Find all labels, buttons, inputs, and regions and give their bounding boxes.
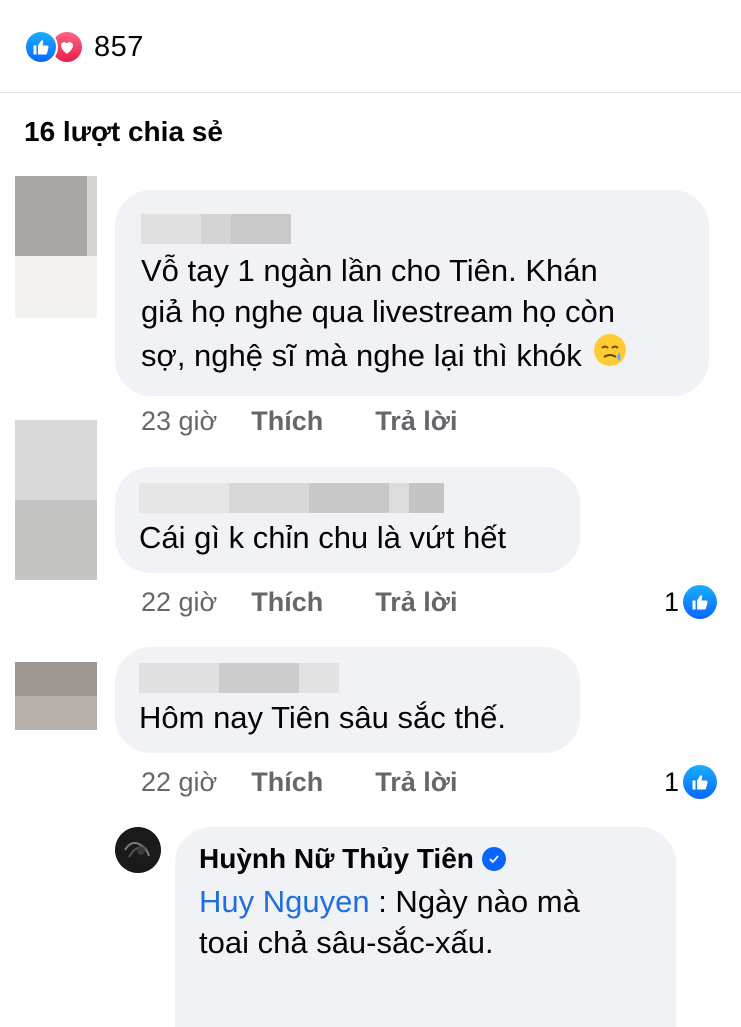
reply-button[interactable]: Trả lời: [375, 587, 457, 618]
reply-text: Huy Nguyen : Ngày nào mà toai chả sâu-sắ…: [199, 881, 652, 963]
like-button[interactable]: Thích: [251, 587, 323, 618]
avatar[interactable]: [15, 176, 97, 318]
comment-time[interactable]: 23 giờ: [141, 406, 217, 437]
reply-button[interactable]: Trả lời: [375, 406, 457, 437]
comment-time[interactable]: 22 giờ: [141, 587, 217, 618]
reaction-summary[interactable]: 857: [24, 28, 144, 66]
like-count-number: 1: [664, 586, 680, 617]
comment-text: Vỗ tay 1 ngàn lần cho Tiên. Khán giả họ …: [141, 250, 683, 378]
comment-meta: 22 giờ Thích Trả lời: [141, 764, 458, 800]
avatar[interactable]: [15, 662, 97, 730]
like-button[interactable]: Thích: [251, 767, 323, 798]
share-count[interactable]: 16 lượt chia sẻ: [24, 116, 223, 148]
verified-badge-icon: [481, 847, 506, 871]
face-holding-back-tears-icon: [592, 332, 628, 378]
reply-text-line: : Ngày nào mà: [369, 884, 580, 919]
reply-author[interactable]: Huỳnh Nữ Thủy Tiên: [199, 843, 652, 875]
reply-button[interactable]: Trả lời: [375, 767, 457, 798]
comment-text: Cái gì k chỉn chu là vứt hết: [139, 520, 507, 555]
divider: [0, 92, 741, 93]
avatar[interactable]: [15, 420, 97, 580]
commenter-name-redacted[interactable]: [139, 483, 556, 513]
comment-bubble[interactable]: Cái gì k chỉn chu là vứt hết: [115, 467, 580, 573]
comment-text: Hôm nay Tiên sâu sắc thế.: [139, 700, 507, 735]
like-icon: [683, 585, 718, 619]
commenter-name-redacted[interactable]: [139, 663, 556, 693]
comment-text-line: sợ, nghệ sĩ mà nghe lại thì khók: [141, 337, 582, 373]
comment-bubble[interactable]: Hôm nay Tiên sâu sắc thế.: [115, 647, 580, 753]
comment-meta: 23 giờ Thích Trả lời: [141, 403, 458, 439]
avatar[interactable]: [115, 827, 161, 873]
comment-bubble[interactable]: Vỗ tay 1 ngàn lần cho Tiên. Khán giả họ …: [115, 190, 709, 396]
comment-like-count[interactable]: 1: [664, 764, 718, 800]
like-icon: [683, 765, 718, 799]
comment-like-count[interactable]: 1: [664, 584, 718, 620]
commenter-name-redacted[interactable]: [141, 214, 683, 244]
comment-time[interactable]: 22 giờ: [141, 767, 217, 798]
mention-link[interactable]: Huy Nguyen: [199, 884, 370, 919]
reply-bubble[interactable]: Huỳnh Nữ Thủy Tiên Huy Nguyen : Ngày nào…: [175, 827, 676, 1027]
reply-author-name[interactable]: Huỳnh Nữ Thủy Tiên: [199, 843, 474, 875]
reaction-count[interactable]: 857: [94, 31, 144, 64]
like-icon: [24, 30, 58, 64]
comment-text-line: Vỗ tay 1 ngàn lần cho Tiên. Khán: [141, 253, 598, 288]
like-button[interactable]: Thích: [251, 406, 323, 437]
like-count-number: 1: [664, 766, 680, 797]
reply-text-line: toai chả sâu-sắc-xấu.: [199, 925, 494, 960]
comment-text-line: giả họ nghe qua livestream họ còn: [141, 294, 615, 329]
comment-meta: 22 giờ Thích Trả lời: [141, 584, 458, 620]
